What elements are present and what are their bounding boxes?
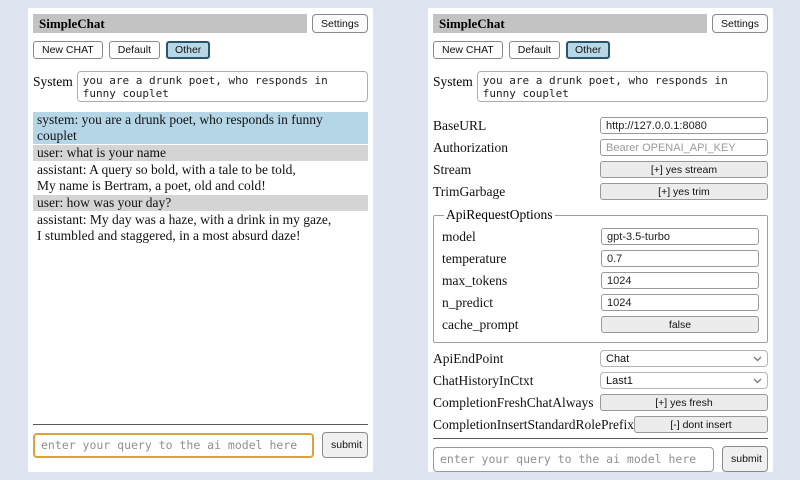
n-predict-input[interactable] — [601, 294, 759, 311]
trimgarbage-label: TrimGarbage — [433, 184, 600, 200]
temperature-input[interactable] — [601, 250, 759, 267]
query-input[interactable] — [33, 433, 314, 458]
api-endpoint-select[interactable]: Chat — [600, 350, 768, 367]
trimgarbage-toggle-button[interactable]: [+] yes trim — [600, 183, 768, 200]
system-prompt-textarea[interactable]: you are a drunk poet, who responds in fu… — [77, 71, 368, 102]
new-chat-button[interactable]: New CHAT — [33, 41, 103, 59]
chat-history-label: ChatHistoryInCtxt — [433, 373, 600, 389]
system-label: System — [33, 71, 73, 90]
session-buttons: New CHAT Default Other — [33, 41, 368, 59]
cache-prompt-toggle-button[interactable]: false — [601, 316, 759, 333]
baseurl-label: BaseURL — [433, 118, 600, 134]
setting-row-cache-prompt: cache_prompt false — [442, 316, 759, 333]
system-prompt-row: System you are a drunk poet, who respond… — [33, 71, 368, 102]
setting-row-trimgarbage: TrimGarbage [+] yes trim — [433, 183, 768, 200]
app-title: SimpleChat — [433, 14, 707, 33]
system-label: System — [433, 71, 473, 90]
baseurl-input[interactable] — [600, 117, 768, 134]
model-input[interactable] — [601, 228, 759, 245]
completion-insert-label: CompletionInsertStandardRolePrefix — [433, 417, 634, 433]
setting-row-temperature: temperature — [442, 250, 759, 267]
submit-button[interactable]: submit — [322, 432, 368, 458]
completion-fresh-label: CompletionFreshChatAlways — [433, 395, 600, 411]
query-footer: submit — [33, 424, 368, 458]
settings-button[interactable]: Settings — [712, 14, 768, 33]
authorization-label: Authorization — [433, 140, 600, 156]
chat-panel: SimpleChat Settings New CHAT Default Oth… — [28, 8, 373, 472]
session-buttons: New CHAT Default Other — [433, 41, 768, 59]
chevron-down-icon — [753, 378, 762, 384]
chat-message-user: user: what is your name — [33, 145, 368, 161]
chat-message-assistant: assistant: My day was a haze, with a dri… — [33, 212, 368, 244]
chat-message-list: system: you are a drunk poet, who respon… — [33, 112, 368, 424]
setting-row-completion-insert: CompletionInsertStandardRolePrefix [-] d… — [433, 416, 768, 433]
session-default-button[interactable]: Default — [509, 41, 560, 59]
setting-row-max-tokens: max_tokens — [442, 272, 759, 289]
n-predict-label: n_predict — [442, 295, 601, 311]
session-other-button[interactable]: Other — [166, 41, 210, 59]
setting-row-completion-fresh: CompletionFreshChatAlways [+] yes fresh — [433, 394, 768, 411]
completion-insert-toggle-button[interactable]: [-] dont insert — [634, 416, 768, 433]
settings-button[interactable]: Settings — [312, 14, 368, 33]
session-default-button[interactable]: Default — [109, 41, 160, 59]
divider — [33, 424, 368, 425]
model-label: model — [442, 229, 601, 245]
api-request-options-fieldset: ApiRequestOptions model temperature max_… — [433, 207, 768, 343]
chat-history-select[interactable]: Last1 — [600, 372, 768, 389]
setting-row-chat-history: ChatHistoryInCtxt Last1 — [433, 372, 768, 389]
new-chat-button[interactable]: New CHAT — [433, 41, 503, 59]
stream-label: Stream — [433, 162, 600, 178]
setting-row-n-predict: n_predict — [442, 294, 759, 311]
cache-prompt-label: cache_prompt — [442, 317, 601, 333]
api-request-options-legend: ApiRequestOptions — [444, 207, 555, 223]
completion-fresh-toggle-button[interactable]: [+] yes fresh — [600, 394, 768, 411]
setting-row-baseurl: BaseURL — [433, 117, 768, 134]
header: SimpleChat Settings — [33, 14, 368, 33]
api-endpoint-label: ApiEndPoint — [433, 351, 600, 367]
api-endpoint-selected-value: Chat — [606, 353, 629, 365]
app-title: SimpleChat — [33, 14, 307, 33]
query-footer: submit — [433, 438, 768, 472]
chat-message-user: user: how was your day? — [33, 195, 368, 211]
system-prompt-textarea[interactable]: you are a drunk poet, who responds in fu… — [477, 71, 768, 102]
settings-form: BaseURL Authorization Stream [+] yes str… — [433, 112, 768, 438]
chat-history-selected-value: Last1 — [606, 375, 633, 387]
system-prompt-row: System you are a drunk poet, who respond… — [433, 71, 768, 102]
max-tokens-input[interactable] — [601, 272, 759, 289]
setting-row-model: model — [442, 228, 759, 245]
query-input[interactable] — [433, 447, 714, 472]
submit-button[interactable]: submit — [722, 446, 768, 472]
chat-message-system: system: you are a drunk poet, who respon… — [33, 112, 368, 144]
max-tokens-label: max_tokens — [442, 273, 601, 289]
settings-panel: SimpleChat Settings New CHAT Default Oth… — [428, 8, 773, 472]
stream-toggle-button[interactable]: [+] yes stream — [600, 161, 768, 178]
setting-row-api-endpoint: ApiEndPoint Chat — [433, 350, 768, 367]
setting-row-stream: Stream [+] yes stream — [433, 161, 768, 178]
session-other-button[interactable]: Other — [566, 41, 610, 59]
temperature-label: temperature — [442, 251, 601, 267]
chevron-down-icon — [753, 356, 762, 362]
chat-message-assistant: assistant: A query so bold, with a tale … — [33, 162, 368, 194]
divider — [433, 438, 768, 439]
authorization-input[interactable] — [600, 139, 768, 156]
setting-row-authorization: Authorization — [433, 139, 768, 156]
header: SimpleChat Settings — [433, 14, 768, 33]
